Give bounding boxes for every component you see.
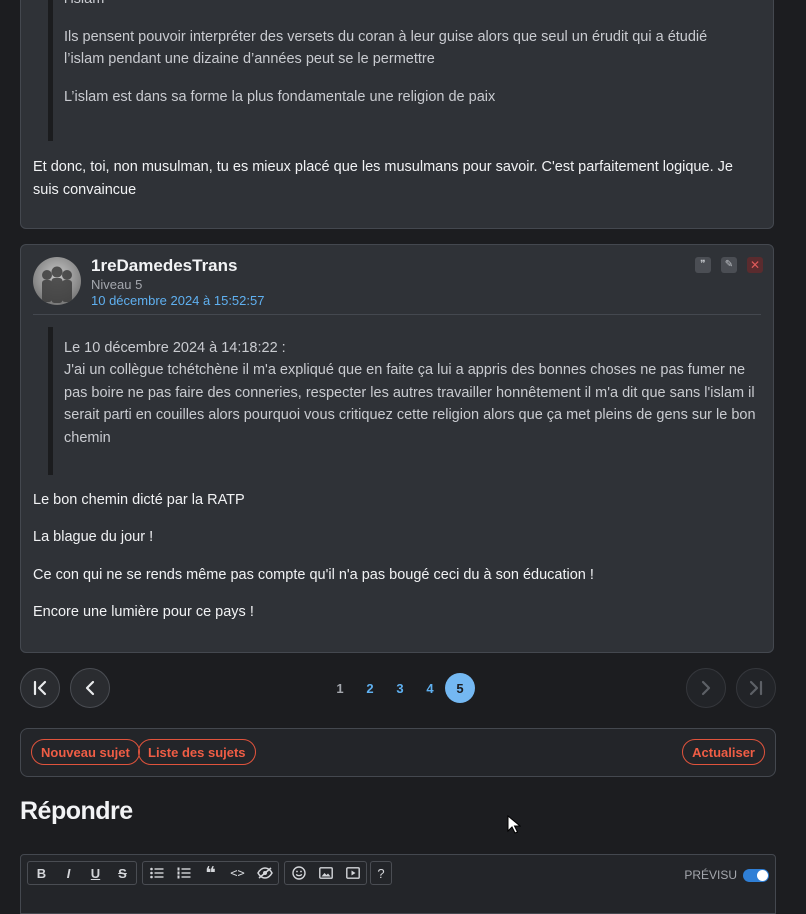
post-paragraph: Encore une lumière pour ce pays ! (33, 604, 254, 620)
reply-title: Répondre (20, 797, 133, 825)
pagination: 1 2 3 4 5 (20, 668, 776, 708)
page-link[interactable]: 2 (355, 673, 385, 703)
preview-toggle[interactable] (743, 868, 769, 882)
quote-icon[interactable]: ❝ (197, 862, 224, 884)
strikethrough-button[interactable]: S (109, 862, 136, 884)
new-topic-button[interactable]: Nouveau sujet (31, 739, 140, 765)
first-page-icon[interactable] (20, 668, 60, 708)
post-paragraph: Ce con qui ne se rends même pas compte q… (33, 567, 594, 583)
strike-label: S (118, 865, 127, 881)
page-link[interactable]: 1 (325, 673, 355, 703)
post-paragraph: La blague du jour ! (33, 529, 154, 545)
preview-label: PRÉVISU (684, 868, 737, 882)
pencil-icon[interactable]: ✎ (721, 257, 737, 273)
underline-label: U (90, 865, 101, 881)
page-link[interactable]: 4 (415, 673, 445, 703)
divider (33, 314, 761, 315)
insert-group (284, 861, 367, 885)
author-level: Niveau 5 (91, 277, 143, 292)
post-paragraph: Le bon chemin dicté par la RATP (33, 492, 245, 508)
help-group: ? (370, 861, 392, 885)
topic-actions-bar: Nouveau sujet Liste des sujets Actualise… (20, 728, 776, 777)
underline-button[interactable]: U (82, 862, 109, 884)
help-label: ? (377, 865, 385, 881)
reply-editor: B I U S ❝ <> ? PRÉVISU (20, 854, 776, 914)
last-page-icon[interactable] (736, 668, 776, 708)
image-icon[interactable] (312, 862, 339, 884)
quote-line: l’islam (64, 0, 754, 10)
bold-label: B (36, 865, 47, 881)
close-icon[interactable]: ✕ (747, 257, 763, 273)
italic-label: I (66, 865, 71, 881)
format-group: B I U S (27, 861, 137, 885)
post-body: Le bon chemin dicté par la RATP La blagu… (33, 489, 761, 624)
author-name[interactable]: 1reDamedesTrans (91, 255, 264, 277)
code-icon[interactable]: <> (224, 862, 251, 884)
page-list: 1 2 3 4 5 (325, 673, 475, 703)
chevron-left-icon[interactable] (70, 668, 110, 708)
avatar[interactable] (33, 257, 81, 305)
numbered-list-icon[interactable] (170, 862, 197, 884)
smiley-icon[interactable] (285, 862, 312, 884)
author-block: 1reDamedesTrans Niveau 5 10 décembre 202… (91, 255, 264, 309)
topic-list-button[interactable]: Liste des sujets (138, 739, 256, 765)
bold-button[interactable]: B (28, 862, 55, 884)
video-icon[interactable] (339, 862, 366, 884)
bullet-list-icon[interactable] (143, 862, 170, 884)
previous-post: l’islam Ils pensent pouvoir interpréter … (20, 0, 774, 229)
spoiler-icon[interactable] (251, 862, 278, 884)
quote-line: Ils pensent pouvoir interpréter des vers… (64, 29, 708, 67)
forum-post: 1reDamedesTrans Niveau 5 10 décembre 202… (20, 244, 774, 653)
quote-text: J'ai un collègue tchétchène il m'a expli… (64, 362, 756, 446)
italic-button[interactable]: I (55, 862, 82, 884)
chevron-right-icon[interactable] (686, 668, 726, 708)
block-group: ❝ <> (142, 861, 279, 885)
mouse-cursor-icon (507, 814, 522, 839)
quote-block: l’islam Ils pensent pouvoir interpréter … (48, 0, 754, 141)
post-date[interactable]: 10 décembre 2024 à 15:52:57 (91, 293, 264, 309)
refresh-button[interactable]: Actualiser (682, 739, 765, 765)
post-actions: ❞ ✎ ✕ (695, 257, 763, 273)
page-link[interactable]: 3 (385, 673, 415, 703)
quote-icon[interactable]: ❞ (695, 257, 711, 273)
current-page[interactable]: 5 (445, 673, 475, 703)
preview-toggle-wrap: PRÉVISU (684, 868, 769, 882)
quote-header: Le 10 décembre 2024 à 14:18:22 : (64, 340, 286, 356)
post-body: Et donc, toi, non musulman, tu es mieux … (33, 156, 761, 202)
post-paragraph: Et donc, toi, non musulman, tu es mieux … (33, 159, 733, 198)
quote-line: L’islam est dans sa forme la plus fondam… (64, 89, 496, 105)
quote-block: Le 10 décembre 2024 à 14:18:22 : J'ai un… (48, 327, 764, 475)
help-button[interactable]: ? (371, 862, 391, 884)
